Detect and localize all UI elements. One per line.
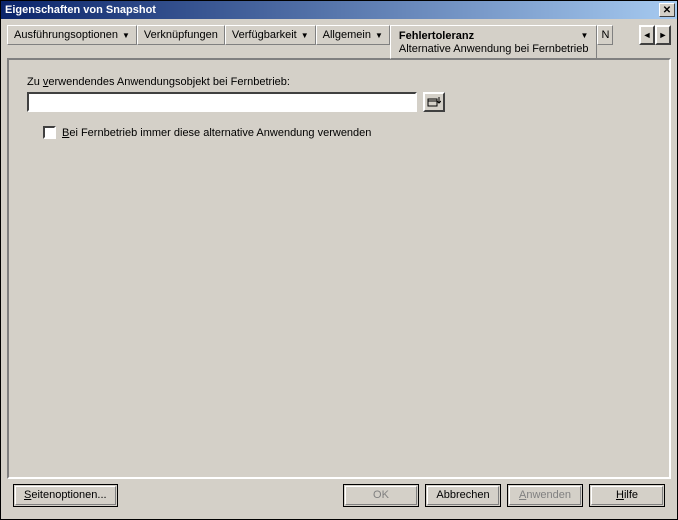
cancel-button[interactable]: Abbrechen	[425, 484, 501, 507]
tab-scroll-right[interactable]: ►	[655, 25, 671, 45]
tab-label: Verknüpfungen	[144, 29, 218, 41]
tab-label: N	[601, 29, 609, 41]
triangle-left-icon: ◄	[643, 30, 652, 40]
tab-sublabel: Alternative Anwendung bei Fernbetrieb	[399, 43, 589, 55]
always-use-alt-checkbox[interactable]	[43, 126, 56, 139]
help-button[interactable]: Hilfe	[589, 484, 665, 507]
tab-general[interactable]: Allgemein ▼	[316, 25, 390, 45]
triangle-right-icon: ►	[659, 30, 668, 40]
close-icon: ✕	[663, 5, 671, 16]
tab-label: Allgemein	[323, 29, 371, 41]
browse-button[interactable]	[423, 92, 445, 112]
app-object-row	[27, 92, 651, 112]
chevron-down-icon: ▼	[301, 31, 309, 40]
always-use-alt-row: Bei Fernbetrieb immer diese alternative …	[43, 126, 651, 139]
chevron-down-icon: ▼	[375, 31, 383, 40]
tab-overflow[interactable]: N	[597, 25, 613, 45]
titlebar: Eigenschaften von Snapshot ✕	[1, 1, 677, 19]
apply-button[interactable]: Anwenden	[507, 484, 583, 507]
tab-shortcuts[interactable]: Verknüpfungen	[137, 25, 225, 45]
ok-button[interactable]: OK	[343, 484, 419, 507]
tab-panel: Zu verwendendes Anwendungsobjekt bei Fer…	[7, 58, 671, 479]
app-object-input[interactable]	[27, 92, 417, 112]
app-object-label: Zu verwendendes Anwendungsobjekt bei Fer…	[27, 76, 651, 88]
tab-bar: Ausführungsoptionen ▼ Verknüpfungen Verf…	[7, 25, 671, 59]
window-title: Eigenschaften von Snapshot	[5, 4, 657, 16]
tab-availability[interactable]: Verfügbarkeit ▼	[225, 25, 316, 45]
browse-icon	[427, 96, 441, 108]
button-bar: Seitenoptionen... OK Abbrechen Anwenden …	[7, 479, 671, 513]
close-button[interactable]: ✕	[659, 3, 675, 17]
tab-label: Ausführungsoptionen	[14, 29, 118, 41]
tab-label: Verfügbarkeit	[232, 29, 297, 41]
tab-fault-tolerance[interactable]: Fehlertoleranz ▼ Alternative Anwendung b…	[390, 25, 598, 59]
dialog-body: Ausführungsoptionen ▼ Verknüpfungen Verf…	[1, 19, 677, 519]
always-use-alt-label: Bei Fernbetrieb immer diese alternative …	[62, 127, 371, 139]
tab-scroll-left[interactable]: ◄	[639, 25, 655, 45]
page-options-button[interactable]: Seitenoptionen...	[13, 484, 118, 507]
properties-dialog: Eigenschaften von Snapshot ✕ Ausführungs…	[0, 0, 678, 520]
chevron-down-icon: ▼	[581, 31, 589, 40]
tab-scroll: ◄ ►	[639, 25, 671, 45]
tab-execution-options[interactable]: Ausführungsoptionen ▼	[7, 25, 137, 45]
chevron-down-icon: ▼	[122, 31, 130, 40]
tab-label: Fehlertoleranz	[399, 30, 474, 42]
